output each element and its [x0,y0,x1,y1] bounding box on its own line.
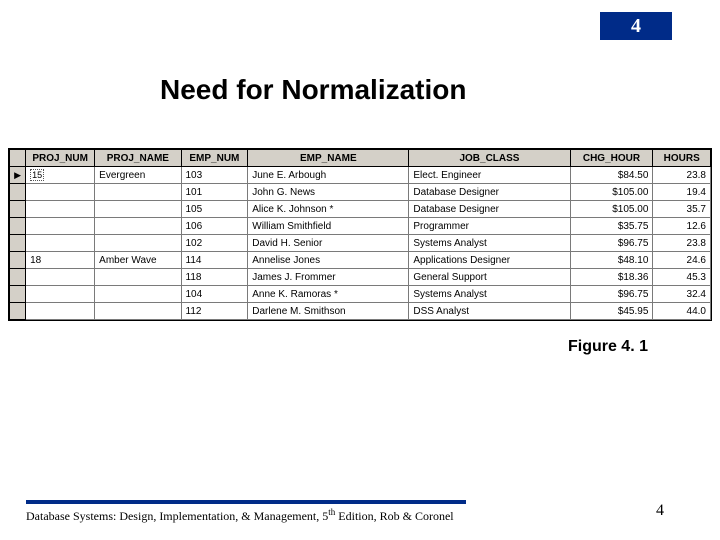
col-header-empnum: EMP_NUM [181,150,248,167]
cell-job-class: Systems Analyst [409,235,570,252]
cell-chg-hour: $84.50 [570,167,653,184]
cell-chg-hour: $96.75 [570,235,653,252]
cell-proj-num: 15 [26,167,95,184]
cell-emp-num: 101 [181,184,248,201]
col-header-jobclass: JOB_CLASS [409,150,570,167]
table-row: 104Anne K. Ramoras *Systems Analyst$96.7… [10,286,711,303]
cell-proj-num [26,184,95,201]
cell-proj-num [26,235,95,252]
col-header-chghour: CHG_HOUR [570,150,653,167]
cell-proj-num [26,286,95,303]
cell-job-class: Database Designer [409,201,570,218]
chapter-badge: 4 [600,12,672,40]
cell-emp-name: June E. Arbough [248,167,409,184]
row-selector [10,184,26,201]
cell-emp-num: 102 [181,235,248,252]
cell-emp-name: Annelise Jones [248,252,409,269]
cell-emp-num: 112 [181,303,248,320]
cell-chg-hour: $35.75 [570,218,653,235]
cell-hours: 19.4 [653,184,711,201]
cell-hours: 44.0 [653,303,711,320]
cell-proj-name [95,184,181,201]
cell-chg-hour: $45.95 [570,303,653,320]
cell-emp-name: William Smithfield [248,218,409,235]
cell-chg-hour: $48.10 [570,252,653,269]
cell-emp-num: 103 [181,167,248,184]
row-selector: ▶ [10,167,26,184]
cell-job-class: Systems Analyst [409,286,570,303]
row-selector-header [10,150,26,167]
table-header-row: PROJ_NUM PROJ_NAME EMP_NUM EMP_NAME JOB_… [10,150,711,167]
table-row: 105Alice K. Johnson *Database Designer$1… [10,201,711,218]
cell-emp-num: 118 [181,269,248,286]
cell-emp-num: 114 [181,252,248,269]
cell-emp-name: John G. News [248,184,409,201]
table-row: 112Darlene M. SmithsonDSS Analyst$45.954… [10,303,711,320]
cell-chg-hour: $105.00 [570,184,653,201]
cell-proj-name: Amber Wave [95,252,181,269]
cell-hours: 23.8 [653,167,711,184]
cell-hours: 45.3 [653,269,711,286]
col-header-hours: HOURS [653,150,711,167]
data-table: PROJ_NUM PROJ_NAME EMP_NUM EMP_NAME JOB_… [8,148,712,321]
footer-text: Database Systems: Design, Implementation… [26,507,454,524]
cell-chg-hour: $18.36 [570,269,653,286]
cell-proj-name [95,303,181,320]
row-selector [10,201,26,218]
figure-caption: Figure 4. 1 [568,338,648,356]
footer-text-b: Edition, Rob & Coronel [335,509,453,523]
cell-hours: 23.8 [653,235,711,252]
cell-job-class: Applications Designer [409,252,570,269]
cell-proj-num [26,303,95,320]
cell-proj-num [26,218,95,235]
table-row: 101John G. NewsDatabase Designer$105.001… [10,184,711,201]
footer-text-a: Database Systems: Design, Implementation… [26,509,328,523]
footer-rule [26,500,466,504]
col-header-empname: EMP_NAME [248,150,409,167]
cell-job-class: Programmer [409,218,570,235]
cell-hours: 35.7 [653,201,711,218]
cell-job-class: Database Designer [409,184,570,201]
cell-emp-name: David H. Senior [248,235,409,252]
cell-emp-num: 104 [181,286,248,303]
cell-proj-name [95,235,181,252]
table-row: 118James J. FrommerGeneral Support$18.36… [10,269,711,286]
table-row: 18Amber Wave114Annelise JonesApplication… [10,252,711,269]
cell-emp-name: Anne K. Ramoras * [248,286,409,303]
cell-emp-num: 106 [181,218,248,235]
table-row: ▶15Evergreen103June E. ArboughElect. Eng… [10,167,711,184]
cell-job-class: DSS Analyst [409,303,570,320]
col-header-projname: PROJ_NAME [95,150,181,167]
row-selector [10,286,26,303]
cell-emp-name: James J. Frommer [248,269,409,286]
row-selector [10,269,26,286]
cell-proj-name [95,218,181,235]
page-title: Need for Normalization [160,74,466,106]
cell-proj-name [95,201,181,218]
cell-chg-hour: $96.75 [570,286,653,303]
cell-job-class: Elect. Engineer [409,167,570,184]
cell-proj-num [26,269,95,286]
cell-proj-name [95,286,181,303]
cell-proj-name [95,269,181,286]
row-selector [10,218,26,235]
cell-emp-num: 105 [181,201,248,218]
cell-hours: 24.6 [653,252,711,269]
cell-hours: 12.6 [653,218,711,235]
cell-hours: 32.4 [653,286,711,303]
row-selector [10,252,26,269]
cell-proj-num: 18 [26,252,95,269]
cell-chg-hour: $105.00 [570,201,653,218]
table-row: 102David H. SeniorSystems Analyst$96.752… [10,235,711,252]
col-header-projnum: PROJ_NUM [26,150,95,167]
row-selector [10,235,26,252]
cell-proj-name: Evergreen [95,167,181,184]
cell-emp-name: Darlene M. Smithson [248,303,409,320]
row-selector [10,303,26,320]
cell-emp-name: Alice K. Johnson * [248,201,409,218]
table-row: 106William SmithfieldProgrammer$35.7512.… [10,218,711,235]
page-number: 4 [656,502,664,520]
cell-proj-num [26,201,95,218]
cell-job-class: General Support [409,269,570,286]
